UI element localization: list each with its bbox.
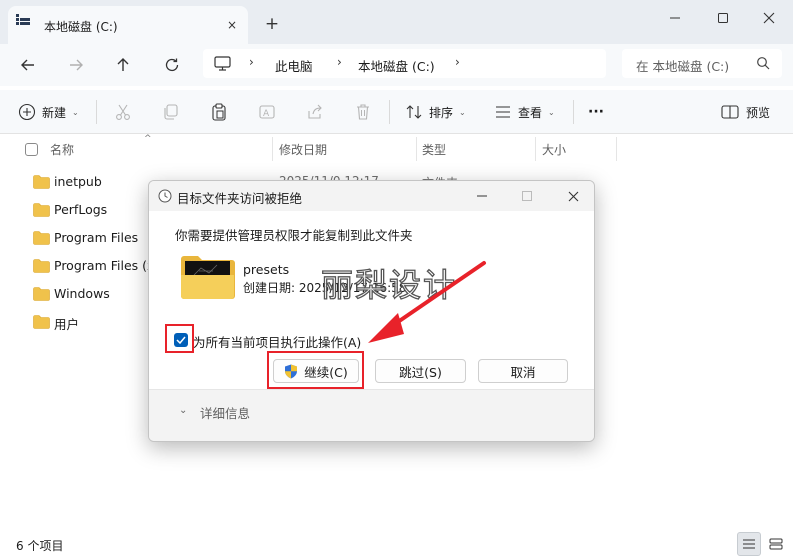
- refresh-icon[interactable]: [159, 52, 185, 78]
- sort-label: 排序: [429, 105, 454, 120]
- title-bar: 本地磁盘 (C:) × +: [0, 0, 793, 44]
- dialog-title-bar[interactable]: 目标文件夹访问被拒绝: [149, 181, 594, 211]
- svg-text:A: A: [263, 109, 270, 119]
- tab-local-disk[interactable]: 本地磁盘 (C:) ×: [8, 6, 248, 44]
- preview-pane-button[interactable]: 预览: [721, 102, 770, 122]
- chevron-down-icon[interactable]: ⌄: [179, 405, 187, 416]
- preview-pane-icon: [721, 105, 739, 119]
- folder-icon: [33, 203, 50, 217]
- tab-title: 本地磁盘 (C:): [44, 20, 118, 34]
- chevron-down-icon: ⌄: [72, 107, 79, 117]
- clock-icon: [158, 189, 172, 203]
- divider: [96, 100, 97, 124]
- more-options-button[interactable]: ···: [588, 102, 604, 122]
- computer-icon: [214, 56, 231, 71]
- folder-icon: [33, 259, 50, 273]
- new-button[interactable]: 新建 ⌄: [18, 102, 79, 122]
- apply-all-label[interactable]: 为所有当前项目执行此操作(A): [193, 332, 361, 351]
- chevron-down-icon: ⌄: [459, 107, 466, 117]
- maximize-icon[interactable]: [516, 186, 538, 206]
- forward-arrow-icon[interactable]: [63, 52, 89, 78]
- cancel-button[interactable]: 取消: [478, 359, 568, 383]
- cut-icon[interactable]: [113, 102, 133, 122]
- address-bar: › 此电脑 › 本地磁盘 (C:) › 在 本地磁盘 (C:): [0, 44, 793, 86]
- view-icon: [496, 106, 510, 118]
- delete-icon[interactable]: [353, 102, 373, 122]
- breadcrumb-this-pc[interactable]: 此电脑: [275, 56, 313, 75]
- dialog-body: 你需要提供管理员权限才能复制到此文件夹 presets 创建日期: 2025/1…: [149, 211, 594, 389]
- dialog-title: 目标文件夹访问被拒绝: [177, 191, 303, 206]
- item-name: inetpub: [54, 174, 102, 189]
- share-icon[interactable]: [305, 102, 325, 122]
- minimize-icon[interactable]: [660, 8, 690, 28]
- file-explorer-icon: [16, 14, 30, 25]
- file-name: presets: [243, 262, 290, 277]
- view-label: 查看: [518, 105, 543, 120]
- column-divider[interactable]: [616, 137, 617, 161]
- column-header-size[interactable]: 大小: [542, 141, 566, 158]
- details-view-icon[interactable]: [737, 532, 761, 556]
- new-label: 新建: [42, 105, 67, 120]
- column-divider[interactable]: [535, 137, 536, 161]
- divider: [573, 100, 574, 124]
- back-arrow-icon[interactable]: [15, 52, 41, 78]
- column-divider[interactable]: [272, 137, 273, 161]
- item-name: 用户: [54, 317, 80, 332]
- breadcrumb-local-disk[interactable]: 本地磁盘 (C:): [358, 56, 435, 75]
- close-icon[interactable]: [562, 186, 584, 206]
- folder-icon: [33, 315, 50, 329]
- folder-thumbnail-icon: [181, 256, 235, 299]
- chevron-right-icon[interactable]: ›: [455, 55, 460, 69]
- continue-label: 继续(C): [304, 364, 348, 380]
- chevron-right-icon[interactable]: ›: [337, 55, 342, 69]
- search-placeholder: 在 本地磁盘 (C:): [636, 59, 730, 74]
- folder-icon: [33, 231, 50, 245]
- sort-ascending-icon: ^: [144, 134, 152, 144]
- dialog-footer: ⌄ 详细信息: [149, 389, 594, 441]
- up-arrow-icon[interactable]: [110, 52, 136, 78]
- search-icon: [757, 57, 770, 70]
- status-bar: 6 个项目: [0, 530, 793, 558]
- sort-icon: [406, 105, 422, 119]
- item-count: 6 个项目: [16, 539, 64, 553]
- skip-button[interactable]: 跳过(S): [375, 359, 466, 383]
- column-header-date[interactable]: 修改日期: [279, 141, 327, 158]
- select-all-checkbox[interactable]: [25, 143, 38, 156]
- add-icon: [18, 103, 36, 121]
- apply-all-checkbox[interactable]: [174, 333, 188, 347]
- item-name: Program Files: [54, 230, 139, 245]
- search-input[interactable]: 在 本地磁盘 (C:): [622, 49, 782, 78]
- address-input[interactable]: › 此电脑 › 本地磁盘 (C:) ›: [203, 49, 606, 78]
- new-tab-icon[interactable]: +: [262, 14, 282, 34]
- column-divider[interactable]: [416, 137, 417, 161]
- sort-button[interactable]: 排序 ⌄: [405, 102, 466, 122]
- folder-icon: [33, 175, 50, 189]
- paste-icon[interactable]: [209, 102, 229, 122]
- folder-icon: [33, 287, 50, 301]
- dialog-message: 你需要提供管理员权限才能复制到此文件夹: [175, 228, 413, 243]
- column-header-type[interactable]: 类型: [422, 141, 446, 158]
- more-details-toggle[interactable]: 详细信息: [200, 403, 250, 422]
- chevron-down-icon: ⌄: [548, 107, 555, 117]
- item-name: PerfLogs: [54, 202, 108, 217]
- column-header-name[interactable]: 名称: [50, 141, 74, 158]
- maximize-icon[interactable]: [708, 8, 738, 28]
- minimize-icon[interactable]: [471, 186, 493, 206]
- rename-icon[interactable]: A: [257, 102, 277, 122]
- item-name: Windows: [54, 286, 110, 301]
- checkmark-icon: [176, 336, 186, 344]
- watermark-text: 丽梨设计: [320, 265, 458, 304]
- continue-button[interactable]: 继续(C): [273, 359, 359, 383]
- copy-icon[interactable]: [161, 102, 181, 122]
- chevron-right-icon[interactable]: ›: [249, 55, 254, 69]
- preview-label: 预览: [746, 105, 771, 120]
- tab-close-icon[interactable]: ×: [222, 15, 242, 35]
- close-window-icon[interactable]: [754, 8, 784, 28]
- tiles-view-icon[interactable]: [764, 532, 788, 556]
- divider: [389, 100, 390, 124]
- command-bar: 新建 ⌄ A 排序 ⌄ 查看 ⌄ ··· 预览: [0, 90, 793, 134]
- access-denied-dialog: 目标文件夹访问被拒绝 你需要提供管理员权限才能复制到此文件夹 presets 创…: [148, 180, 595, 442]
- uac-shield-icon: [285, 364, 298, 378]
- view-button[interactable]: 查看 ⌄: [494, 102, 555, 122]
